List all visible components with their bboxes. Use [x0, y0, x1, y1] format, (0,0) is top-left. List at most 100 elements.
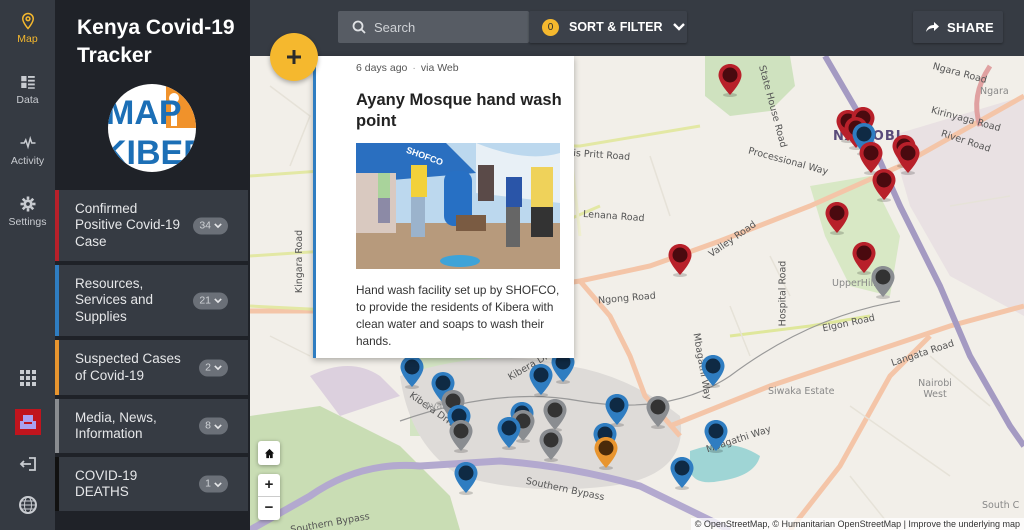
chevron-down-icon	[214, 423, 222, 429]
map-pin-icon	[594, 437, 618, 470]
search-box[interactable]	[338, 11, 529, 43]
user-avatar-icon	[14, 409, 41, 435]
user-account-button[interactable]	[0, 409, 55, 435]
share-button[interactable]: SHARE	[913, 11, 1003, 43]
map-marker-confirmed[interactable]	[667, 243, 693, 277]
map-marker-suspected[interactable]	[593, 436, 619, 470]
map-pin-icon	[646, 396, 670, 429]
map-pin-icon	[454, 462, 478, 495]
chevron-down-icon	[672, 23, 685, 31]
category-count-badge[interactable]: 8	[199, 417, 228, 435]
category-count: 34	[199, 219, 211, 231]
post-meta: 6 days ago · via Web	[356, 62, 459, 74]
nav-map-label: Map	[17, 33, 38, 45]
map-pin-icon	[670, 457, 694, 490]
category-count-badge[interactable]: 21	[193, 292, 228, 309]
nav-map[interactable]: Map	[0, 12, 55, 45]
sort-filter-label: SORT & FILTER	[569, 20, 663, 34]
nav-activity-label: Activity	[10, 155, 45, 167]
map-pin-icon	[21, 12, 34, 30]
zoom-out-button[interactable]: −	[258, 497, 280, 520]
category-resources[interactable]: Resources, Services and Supplies 21	[55, 265, 248, 336]
nav-activity[interactable]: Activity	[0, 134, 55, 167]
sort-filter-button[interactable]: 0 SORT & FILTER	[529, 11, 687, 43]
data-list-icon	[20, 76, 35, 89]
label-nairobi-west: Nairobi West	[918, 378, 952, 400]
post-description: Hand wash facility set up by SHOFCO, to …	[356, 283, 560, 348]
label-siwaka-estate: Siwaka Estate	[768, 386, 835, 397]
map-marker-confirmed[interactable]	[717, 63, 743, 97]
category-confirmed-cases[interactable]: Confirmed Positive Covid-19 Case 34	[55, 190, 248, 261]
home-icon	[264, 448, 274, 458]
apps-button[interactable]	[0, 370, 55, 386]
map-kibera-logo: MAP KIBERA	[108, 84, 196, 172]
map-marker-resources[interactable]	[703, 419, 729, 453]
category-list: Confirmed Positive Covid-19 Case 34 Reso…	[55, 190, 250, 515]
category-suspected-cases[interactable]: Suspected Cases of Covid-19 2	[55, 340, 248, 395]
post-source: via Web	[420, 62, 459, 74]
logout-button[interactable]	[0, 456, 55, 472]
post-title[interactable]: Ayany Mosque hand wash point	[356, 90, 571, 132]
map-pin-icon	[400, 356, 424, 389]
map-marker-media[interactable]	[542, 398, 568, 432]
map-pin-icon	[543, 399, 567, 432]
category-count: 8	[205, 419, 211, 432]
activity-pulse-icon	[20, 135, 35, 150]
label-kingara-road: Kingara Road	[294, 229, 306, 294]
active-filter-count: 0	[542, 18, 559, 36]
icon-rail: Map Data Activity Settings	[0, 0, 55, 530]
nav-data-label: Data	[16, 94, 39, 106]
chevron-down-icon	[214, 365, 222, 371]
add-post-button[interactable]	[270, 33, 318, 81]
label-south-c: South C	[982, 500, 1020, 511]
nav-data[interactable]: Data	[0, 73, 55, 106]
zoom-control: + −	[258, 474, 280, 520]
map-marker-media[interactable]	[448, 419, 474, 453]
logout-icon	[19, 457, 36, 471]
map-marker-resources[interactable]	[399, 355, 425, 389]
globe-button[interactable]	[0, 494, 55, 516]
top-bar: 0 SORT & FILTER SHARE	[250, 0, 1024, 56]
map-pin-icon	[718, 64, 742, 97]
map-home-button[interactable]	[258, 441, 280, 465]
map-pin-icon	[497, 417, 521, 450]
map-marker-media[interactable]	[538, 428, 564, 462]
category-deaths[interactable]: COVID-19 DEATHS 1	[55, 457, 248, 511]
nav-settings-label: Settings	[8, 216, 47, 228]
map-marker-media[interactable]	[870, 265, 896, 299]
map-marker-resources[interactable]	[669, 456, 695, 490]
map-pin-icon	[701, 355, 725, 388]
post-preview-card[interactable]: 6 days ago · via Web Ayany Mosque hand was…	[313, 56, 574, 358]
post-time: 6 days ago	[356, 62, 408, 74]
post-image[interactable]: SHOFCO	[356, 143, 560, 269]
category-count: 1	[205, 477, 211, 490]
chevron-down-icon	[214, 481, 222, 487]
map-marker-confirmed[interactable]	[824, 201, 850, 235]
category-count-badge[interactable]: 1	[199, 475, 228, 493]
map-attribution[interactable]: © OpenStreetMap, © Humanitarian OpenStre…	[690, 518, 1024, 530]
zoom-in-button[interactable]: +	[258, 474, 280, 497]
search-input[interactable]	[374, 19, 524, 35]
category-count-badge[interactable]: 34	[193, 217, 228, 234]
nav-settings[interactable]: Settings	[0, 195, 55, 228]
category-media-news[interactable]: Media, News, Information 8	[55, 399, 248, 453]
map-marker-resources[interactable]	[700, 354, 726, 388]
map-marker-media[interactable]	[645, 395, 671, 429]
map-marker-confirmed[interactable]	[895, 141, 921, 175]
category-count: 21	[199, 294, 211, 306]
map-pin-icon	[668, 244, 692, 277]
search-icon	[352, 20, 366, 34]
chevron-down-icon	[214, 223, 222, 229]
map-pin-icon	[871, 266, 895, 299]
logo-text-kibera: KIBERA	[108, 134, 196, 172]
map-pin-icon	[539, 429, 563, 462]
category-count-badge[interactable]: 2	[199, 359, 228, 376]
map-marker-resources[interactable]	[453, 461, 479, 495]
map-marker-confirmed[interactable]	[871, 168, 897, 202]
map-marker-resources[interactable]	[496, 416, 522, 450]
plus-icon	[287, 50, 301, 64]
gear-icon	[20, 196, 35, 212]
deployment-title: Kenya Covid-19 Tracker	[77, 16, 235, 67]
category-count: 2	[205, 361, 211, 373]
globe-icon	[18, 496, 37, 514]
